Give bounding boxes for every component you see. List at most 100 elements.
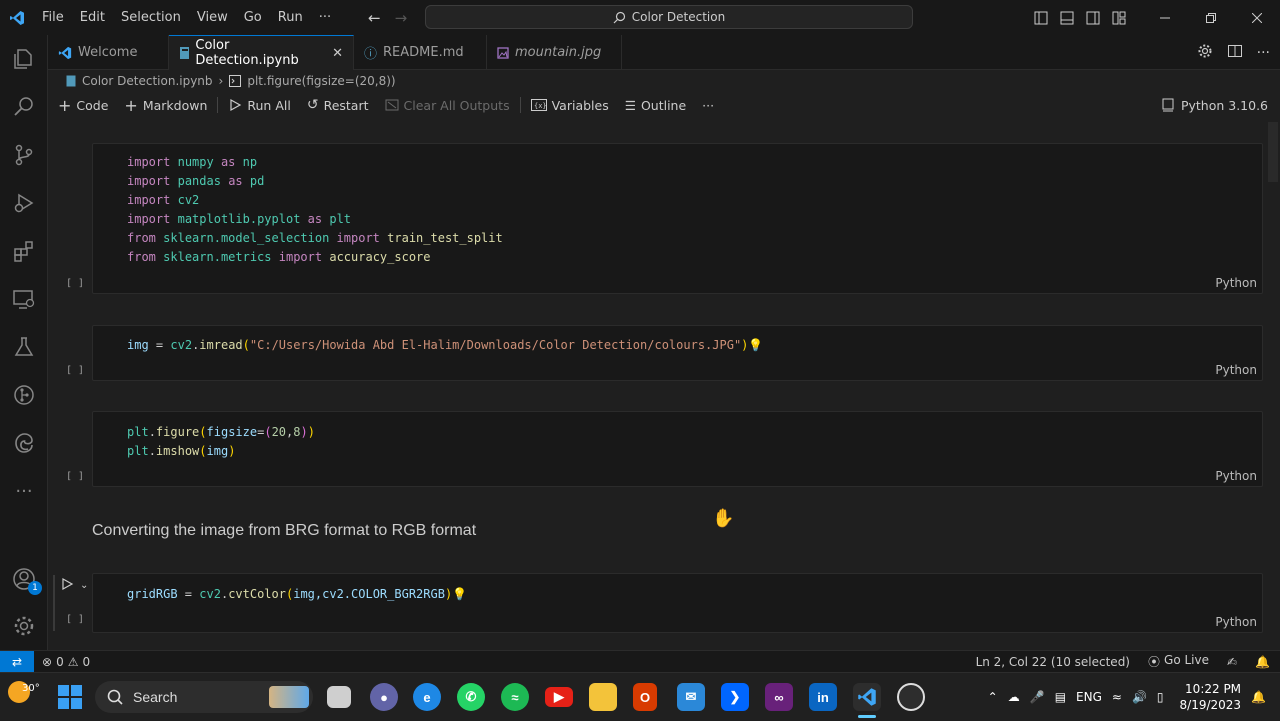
kernel-picker[interactable]: Python 3.10.6 [1161, 98, 1268, 113]
code-cell-imread[interactable]: [ ] img = cv2.imread("C:/Users/Howida Ab… [66, 325, 1263, 381]
run-cell-icon[interactable] [60, 577, 74, 594]
source-control-icon[interactable] [0, 131, 48, 179]
chatgpt-icon[interactable] [897, 683, 925, 711]
menu-file[interactable]: File [34, 0, 72, 35]
feedback-icon[interactable]: ✍ [1227, 655, 1237, 669]
explorer-icon[interactable] [0, 35, 48, 83]
cell-source[interactable]: import numpy as np import pandas as pd i… [93, 144, 1262, 267]
whatsapp-icon[interactable]: ✆ [457, 683, 485, 711]
tab-color-detection[interactable]: Color Detection.ipynb ✕ [169, 35, 354, 70]
run-debug-icon[interactable] [0, 179, 48, 227]
vscode-taskbar-icon[interactable] [853, 683, 881, 711]
taskbar-search-box[interactable]: Search [95, 681, 313, 713]
spotify-icon[interactable]: ≈ [501, 683, 529, 711]
mail-icon[interactable]: ✉ [677, 683, 705, 711]
teams-chat-icon[interactable]: ● [370, 683, 398, 711]
run-all-button[interactable]: Run All [220, 92, 298, 118]
toggle-primary-sidebar-icon[interactable] [1028, 11, 1054, 25]
more-views-icon[interactable]: ··· [0, 467, 48, 515]
visual-studio-icon[interactable]: ∞ [765, 683, 793, 711]
menu-more[interactable]: ··· [311, 0, 339, 35]
code-cell-imshow[interactable]: [ ] plt.figure(figsize=(20,8)) plt.imsho… [66, 411, 1263, 487]
linkedin-icon[interactable]: in [809, 683, 837, 711]
notifications-bell-icon[interactable]: 🔔 [1255, 655, 1270, 669]
clear-all-outputs-button[interactable]: Clear All Outputs [377, 92, 518, 118]
display-icon[interactable]: ▤ [1055, 690, 1066, 704]
clock[interactable]: 10:22 PM 8/19/2023 [1180, 681, 1242, 713]
accounts-icon[interactable]: 1 [0, 555, 48, 603]
volume-icon[interactable]: 🔊 [1132, 690, 1147, 704]
notification-center-icon[interactable]: 🔔 [1251, 690, 1266, 704]
cell-source[interactable]: gridRGB = cv2.cvtColor(img,cv2.COLOR_BGR… [93, 574, 1262, 604]
tab-readme[interactable]: ⓘ README.md [354, 35, 487, 70]
restart-button[interactable]: ↺ Restart [299, 92, 377, 118]
go-live-button[interactable]: ⦿ Go Live [1148, 653, 1209, 670]
code-cell-imports[interactable]: [ ] import numpy as np import pandas as … [66, 143, 1263, 294]
breadcrumb-file[interactable]: Color Detection.ipynb [82, 74, 213, 88]
cell-source[interactable]: plt.figure(figsize=(20,8)) plt.imshow(im… [93, 412, 1262, 461]
minimize-icon[interactable] [1142, 0, 1188, 35]
add-code-label: Code [76, 97, 109, 113]
menu-run[interactable]: Run [270, 0, 311, 35]
code-cell-cvtcolor[interactable]: [ ] gridRGB = cv2.cvtColor(img,cv2.COLOR… [66, 573, 1263, 633]
cursor-position[interactable]: Ln 2, Col 22 (10 selected) [976, 655, 1130, 669]
notebook-settings-gear-icon[interactable] [1197, 43, 1213, 63]
breadcrumb-symbol[interactable]: plt.figure(figsize=(20,8)) [247, 74, 395, 88]
onedrive-cloud-icon[interactable]: ☁ [1008, 690, 1020, 704]
remote-explorer-icon[interactable] [0, 275, 48, 323]
git-graph-icon[interactable] [0, 371, 48, 419]
split-editor-icon[interactable] [1227, 43, 1243, 63]
cell-language[interactable]: Python [1215, 469, 1257, 483]
remote-indicator-icon[interactable]: ⇄ [0, 650, 34, 673]
markdown-cell-text[interactable]: Converting the image from BRG format to … [92, 522, 476, 540]
customize-layout-icon[interactable] [1106, 11, 1132, 25]
language-indicator[interactable]: ENG [1076, 690, 1102, 704]
menu-edit[interactable]: Edit [72, 0, 113, 35]
menu-selection[interactable]: Selection [113, 0, 189, 35]
more-actions-icon[interactable]: ··· [1257, 45, 1270, 61]
weather-widget[interactable]: 30° [8, 681, 40, 703]
file-explorer-icon[interactable] [589, 683, 617, 711]
menu-view[interactable]: View [189, 0, 236, 35]
microphone-icon[interactable]: 🎤 [1030, 690, 1045, 704]
toggle-panel-icon[interactable] [1054, 11, 1080, 25]
power-automate-icon[interactable]: ❯ [721, 683, 749, 711]
extensions-icon[interactable] [0, 227, 48, 275]
close-tab-icon[interactable]: ✕ [332, 46, 343, 61]
cell-language[interactable]: Python [1215, 363, 1257, 377]
tab-mountain[interactable]: mountain.jpg [487, 35, 622, 70]
back-arrow-icon[interactable]: ← [368, 9, 381, 27]
add-markdown-cell-button[interactable]: + Markdown [116, 92, 215, 118]
start-windows-icon[interactable] [58, 685, 82, 709]
battery-icon[interactable]: ▯ [1157, 690, 1164, 704]
cell-language[interactable]: Python [1215, 615, 1257, 629]
cell-source[interactable]: img = cv2.imread("C:/Users/Howida Abd El… [93, 326, 1262, 355]
search-view-icon[interactable] [0, 83, 48, 131]
outline-button[interactable]: ☰ Outline [617, 92, 694, 118]
office-icon[interactable]: O [633, 683, 657, 711]
chevron-up-icon[interactable]: ⌃ [988, 690, 998, 704]
youtube-icon[interactable]: ▶ [545, 687, 573, 707]
testing-flask-icon[interactable] [0, 323, 48, 371]
manage-gear-icon[interactable] [0, 602, 48, 650]
menu-go[interactable]: Go [236, 0, 270, 35]
add-code-cell-button[interactable]: + Code [50, 92, 116, 118]
task-view-icon[interactable] [327, 686, 351, 708]
restore-icon[interactable] [1188, 0, 1234, 35]
toggle-secondary-sidebar-icon[interactable] [1080, 11, 1106, 25]
toolbar-more-button[interactable]: ··· [694, 92, 722, 118]
variables-button[interactable]: {x} Variables [523, 92, 617, 118]
close-window-icon[interactable] [1234, 0, 1280, 35]
forward-arrow-icon[interactable]: → [395, 9, 408, 27]
command-center[interactable]: Color Detection [425, 5, 913, 29]
run-options-chevron-icon[interactable]: ⌄ [80, 580, 88, 591]
edge-browser-icon[interactable]: e [413, 683, 441, 711]
lightbulb-icon[interactable]: 💡 [748, 338, 763, 352]
edge-devtools-icon[interactable] [0, 419, 48, 467]
cell-language[interactable]: Python [1215, 276, 1257, 290]
tab-welcome[interactable]: Welcome [48, 35, 169, 70]
lightbulb-icon[interactable]: 💡 [452, 587, 467, 601]
problems-indicator[interactable]: ⊗ 0 ⚠ 0 [42, 655, 90, 669]
scrollbar-thumb[interactable] [1268, 122, 1278, 182]
wifi-icon[interactable]: ≈ [1112, 690, 1122, 704]
